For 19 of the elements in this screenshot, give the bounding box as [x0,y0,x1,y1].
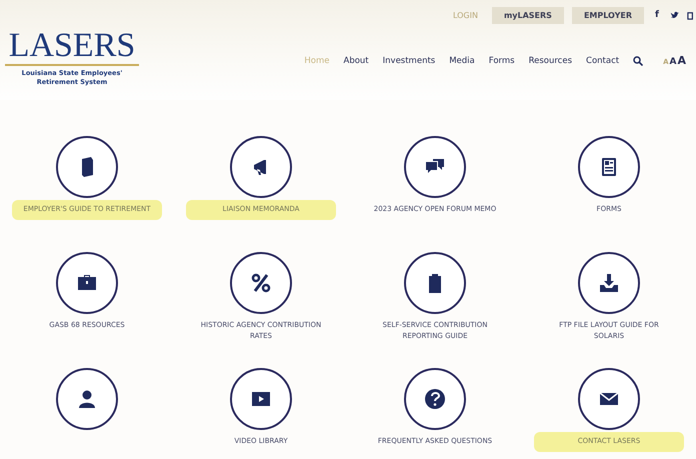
nav-link[interactable]: Resources [528,56,572,66]
text-size-button[interactable]: A [670,57,676,67]
person-icon [76,388,98,410]
header-button[interactable]: EMPLOYER [572,6,644,24]
download-icon [598,272,620,294]
nav-link[interactable]: Media [449,56,475,66]
nav-link[interactable]: Forms [488,56,515,66]
percent-icon [250,272,272,294]
question-icon [424,388,446,410]
logo-wordmark[interactable]: LASERS [4,28,140,66]
nav-link[interactable]: Contact [586,56,620,66]
header-button[interactable]: myLASERS [492,6,564,24]
facebook-link[interactable]: f [652,10,662,20]
social-icon[interactable] [687,10,696,20]
bird-icon[interactable] [670,10,679,20]
nav-link[interactable]: Investments [382,56,436,66]
search-icon[interactable] [633,56,644,66]
nav-link[interactable]: About [344,56,369,66]
text-size-button[interactable]: A [677,54,686,67]
